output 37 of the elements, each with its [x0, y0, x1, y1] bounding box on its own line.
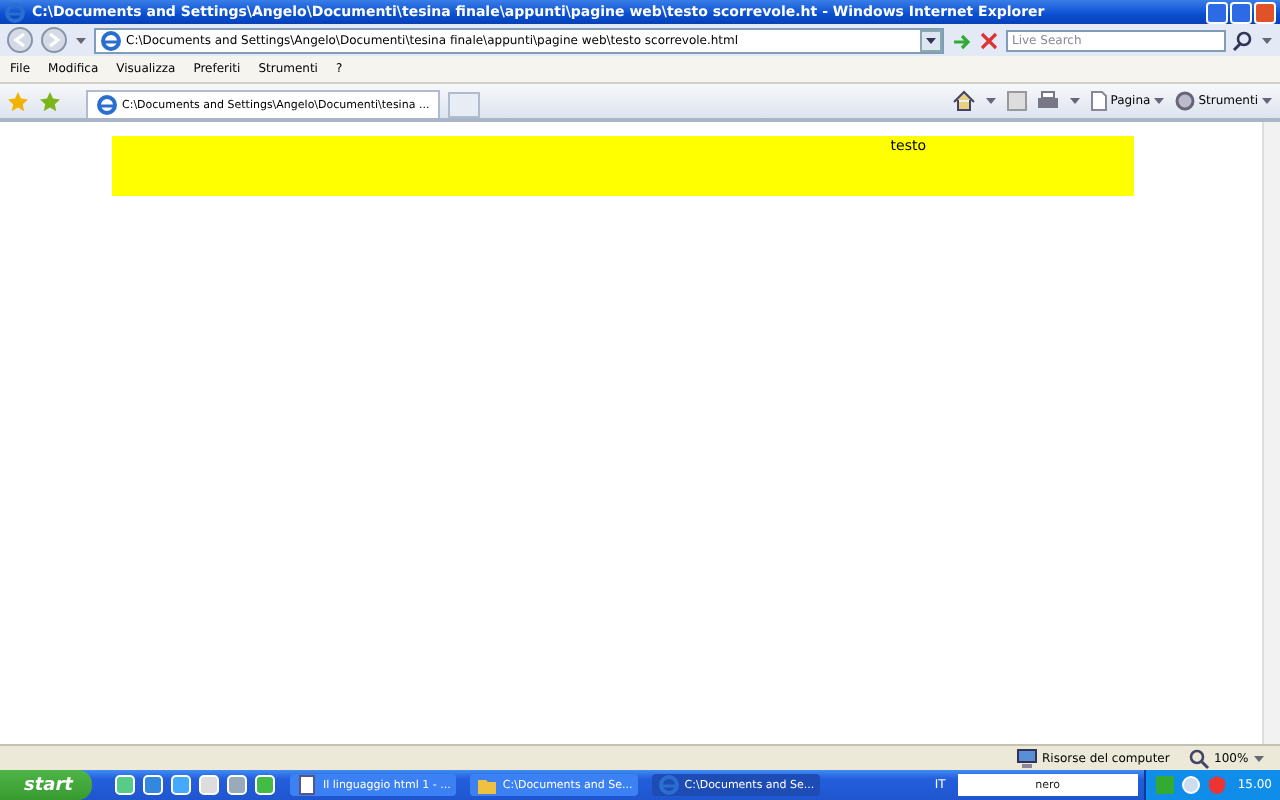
vertical-scrollbar[interactable]	[1262, 122, 1280, 744]
quick-launch-icon[interactable]	[226, 774, 249, 796]
dropdown-icon	[1252, 751, 1267, 765]
star-icon[interactable]	[6, 89, 30, 113]
gear-icon	[1174, 90, 1197, 112]
refresh-button[interactable]	[950, 29, 972, 51]
dropdown-icon[interactable]	[1068, 94, 1083, 108]
minimize-button[interactable]	[1206, 1, 1228, 23]
dropdown-icon	[1152, 94, 1167, 108]
dropdown-icon[interactable]	[1260, 33, 1274, 47]
browser-icon	[658, 774, 681, 796]
document-icon	[296, 774, 319, 796]
page-icon	[100, 29, 122, 51]
forward-button[interactable]	[40, 26, 68, 54]
star-plus-icon[interactable]	[38, 89, 62, 113]
quick-launch-icon[interactable]	[170, 774, 193, 796]
dropdown-button[interactable]	[920, 29, 942, 51]
quick-launch-icon[interactable]	[114, 774, 137, 796]
computer-icon	[1016, 747, 1038, 769]
quick-launch-icon[interactable]	[254, 774, 277, 796]
quick-launch-icon[interactable]	[142, 774, 165, 796]
dropdown-icon[interactable]	[74, 33, 88, 47]
printer-icon[interactable]	[1036, 90, 1061, 112]
quick-launch-icon[interactable]	[198, 774, 221, 796]
maximize-button[interactable]	[1230, 1, 1252, 23]
dropdown-icon	[1260, 94, 1274, 108]
page-icon	[1090, 90, 1109, 112]
page-icon	[96, 94, 118, 116]
stop-button[interactable]	[978, 29, 1000, 51]
browser-icon	[4, 1, 26, 23]
close-button[interactable]	[1254, 1, 1276, 23]
home-icon[interactable]	[952, 89, 977, 113]
search-icon[interactable]	[1232, 29, 1254, 51]
back-button[interactable]	[6, 26, 34, 54]
magnifier-icon	[1188, 747, 1210, 769]
folder-icon	[476, 774, 499, 796]
dropdown-icon[interactable]	[984, 94, 999, 108]
